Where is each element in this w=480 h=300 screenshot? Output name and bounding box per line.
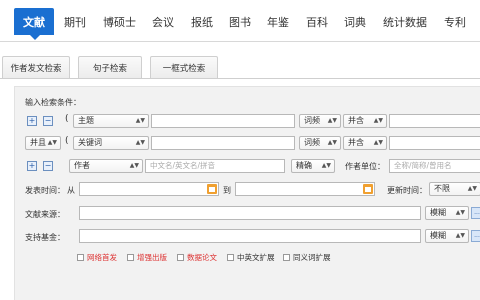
match-select-2[interactable]: 词频 ▲▼ [299,136,341,150]
calendar-icon[interactable] [363,184,373,194]
nav-tab-dictionary[interactable]: 词典 [344,14,366,30]
checkbox-enhanced-pub[interactable] [127,254,134,261]
search-panel: 输入检索条件： + − ( 主题 ▲▼ 词频 ▲▼ 并含 ▲▼ 并且 ▲▼ ( 关键词 ▲… [14,86,480,300]
pub-time-label: 发表时间： [25,186,65,195]
bool-select-2-value: 并且 [30,138,46,147]
checkbox-cn-en-expand[interactable] [227,254,234,261]
nav-tab-conferences[interactable]: 会议 [152,14,174,30]
source-input[interactable] [79,206,421,220]
chevron-down-icon: ▲▼ [373,139,383,146]
plus-icon[interactable]: + [27,116,37,126]
subtabs-divider [0,78,480,79]
checkbox-online-first-label: 网络首发 [87,253,117,262]
form-heading: 输入检索条件： [25,98,81,107]
field-select-1-value: 主题 [78,116,94,125]
nav-divider [0,41,480,42]
keyword-input-2b[interactable] [389,136,480,150]
paren-open: ( [65,114,69,124]
chevron-down-icon: ▲▼ [467,185,477,192]
field-select-1[interactable]: 主题 ▲▼ [73,114,149,128]
author-match-select-value: 精确 [296,161,312,170]
chevron-down-icon: ▲▼ [455,209,465,216]
nav-tab-journals[interactable]: 期刊 [64,14,86,30]
nav-tab-theses[interactable]: 博硕士 [103,14,136,30]
checkbox-cn-en-expand-label: 中英文扩展 [237,253,275,262]
author-input[interactable]: 中文名/英文名/拼音 [145,159,285,173]
field-select-2-value: 关键词 [78,138,102,147]
nav-tab-patents[interactable]: 专利 [444,14,466,30]
checkbox-enhanced-pub-label: 增强出版 [137,253,167,262]
fund-match-select-value: 模糊 [430,231,446,240]
tab-author-search[interactable]: 作者发文检索 [2,56,70,78]
nav-tab-encyclopedia[interactable]: 百科 [306,14,328,30]
chevron-down-icon: ▲▼ [373,117,383,124]
chevron-down-icon: ▲▼ [455,232,465,239]
keyword-input-1[interactable] [151,114,295,128]
author-type-select[interactable]: 作者 ▲▼ [69,159,143,173]
checkbox-synonym-expand-label: 同义词扩展 [293,253,331,262]
chevron-down-icon: ▲▼ [135,117,145,124]
nav-tab-books[interactable]: 图书 [229,14,251,30]
nav-tab-yearbooks[interactable]: 年鉴 [267,14,289,30]
checkbox-data-paper-label: 数据论文 [187,253,217,262]
checkbox-synonym-expand[interactable] [283,254,290,261]
plus-icon[interactable]: + [27,161,37,171]
from-label: 从 [67,186,75,195]
logic-select-1-value: 并含 [348,116,364,125]
author-match-select[interactable]: 精确 ▲▼ [291,159,335,173]
minus-icon[interactable]: − [43,116,53,126]
author-unit-input[interactable]: 全称/简称/曾用名 [389,159,480,173]
chevron-down-icon: ▲▼ [129,162,139,169]
minus-icon[interactable]: − [43,161,53,171]
chevron-down-icon: ▲▼ [321,162,331,169]
chevron-down-icon: ▲▼ [135,139,145,146]
checkbox-data-paper[interactable] [177,254,184,261]
logic-select-1[interactable]: 并含 ▲▼ [343,114,387,128]
match-select-1-value: 词频 [304,116,320,125]
fund-label: 支持基金： [25,233,65,242]
author-unit-placeholder: 全称/简称/曾用名 [394,161,452,170]
fund-input[interactable] [79,229,421,243]
source-match-select-value: 模糊 [430,208,446,217]
bool-select-2[interactable]: 并且 ▲▼ [25,136,61,150]
update-time-select-value: 不限 [434,184,450,193]
tab-sentence-search[interactable]: 句子检索 [78,56,142,78]
chevron-down-icon: ▲▼ [327,139,337,146]
to-label: 到 [223,186,231,195]
field-select-2[interactable]: 关键词 ▲▼ [73,136,149,150]
match-select-1[interactable]: 词频 ▲▼ [299,114,341,128]
keyword-input-1b[interactable] [389,114,480,128]
calendar-icon[interactable] [207,184,217,194]
author-input-placeholder: 中文名/英文名/拼音 [150,161,216,170]
checkbox-online-first[interactable] [77,254,84,261]
source-label: 文献来源： [25,210,65,219]
date-to-input[interactable] [235,182,375,196]
match-select-2-value: 词频 [304,138,320,147]
source-picker-button[interactable]: ... [471,207,480,219]
update-time-label: 更新时间： [387,186,427,195]
logic-select-2-value: 并含 [348,138,364,147]
tab-one-box-search[interactable]: 一框式检索 [150,56,218,78]
fund-match-select[interactable]: 模糊 ▲▼ [425,229,469,243]
chevron-down-icon: ▲▼ [327,117,337,124]
source-match-select[interactable]: 模糊 ▲▼ [425,206,469,220]
nav-tab-statistics[interactable]: 统计数据 [383,14,427,30]
date-from-input[interactable] [79,182,219,196]
search-mode-tabs: 作者发文检索 句子检索 一框式检索 [0,56,480,78]
update-time-select[interactable]: 不限 ▲▼ [429,182,480,196]
author-unit-label: 作者单位： [345,162,385,171]
chevron-down-icon: ▲▼ [47,139,57,146]
paren-open: ( [65,136,69,146]
top-nav: 文献 期刊 博硕士 会议 报纸 图书 年鉴 百科 词典 统计数据 专利 [0,0,480,42]
fund-picker-button[interactable]: ... [471,230,480,242]
nav-tab-newspapers[interactable]: 报纸 [191,14,213,30]
logic-select-2[interactable]: 并含 ▲▼ [343,136,387,150]
keyword-input-2[interactable] [151,136,295,150]
author-type-select-value: 作者 [74,161,90,170]
nav-tab-literature[interactable]: 文献 [14,8,54,40]
